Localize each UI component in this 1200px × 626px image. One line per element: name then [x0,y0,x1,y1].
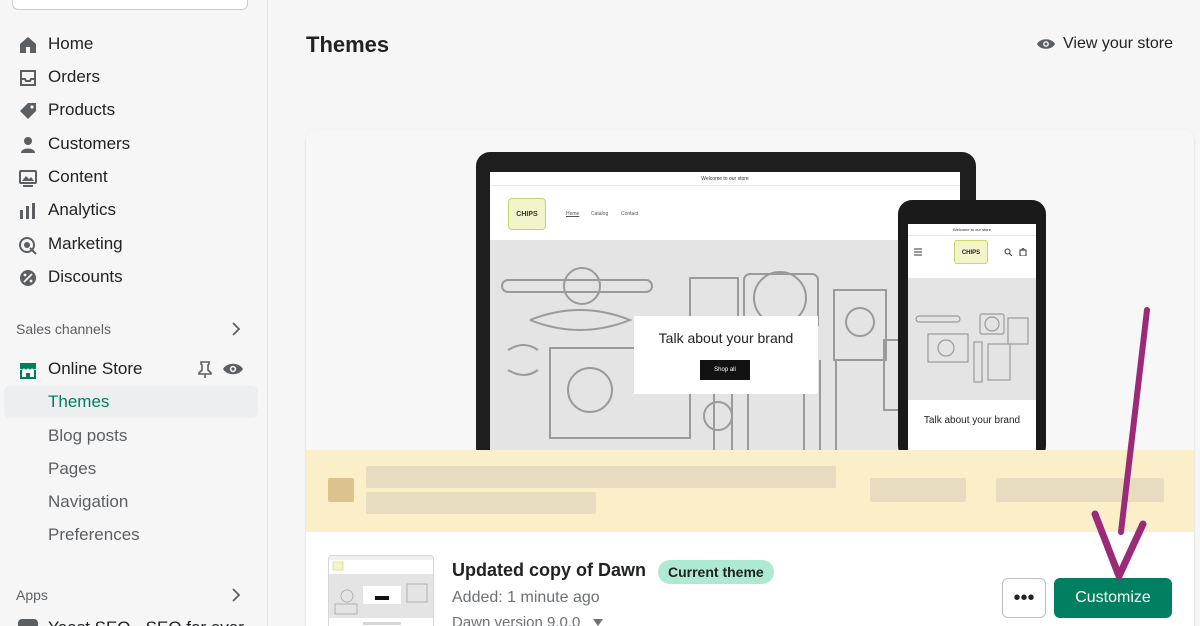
preview-nav-contact: Contact [621,211,639,217]
mobile-store-logo: CHIPS [954,240,988,264]
theme-version-label: Dawn version 9.0.0 [452,614,581,626]
sidebar-item-analytics[interactable]: Analytics [0,194,268,226]
sidebar-item-yoast[interactable]: Yoast SEO - SEO for ever [0,612,268,626]
menu-icon [914,248,922,256]
mobile-announcement-bar: Welcome to our store [908,224,1036,236]
tag-icon [20,103,36,119]
search-input[interactable] [12,0,248,10]
caret-down-icon [592,619,603,626]
inbox-icon [20,70,36,86]
search-icon [1004,248,1012,256]
eye-icon[interactable] [222,361,244,377]
shop-all-button: Shop all [700,360,750,380]
page-title: Themes [306,32,390,57]
apps-heading: Apps [16,587,48,603]
sidebar-item-label: Marketing [48,234,123,253]
customize-button[interactable]: Customize [1054,578,1172,618]
app-icon [18,619,38,626]
image-icon [19,170,37,187]
sidebar-subitem-preferences[interactable]: Preferences [48,525,140,545]
eye-icon [1036,39,1056,49]
view-store-label: View your store [1063,35,1173,52]
sidebar-item-label: Products [48,100,116,119]
desktop-screen: Welcome to our store CHIPS Home Catalog … [490,172,960,472]
announcement-bar: Welcome to our store [490,172,960,186]
view-store-link[interactable]: View your store [1036,34,1173,54]
sidebar-item-label: Customers [48,134,131,153]
sidebar-subitem-themes[interactable]: Themes [48,392,109,412]
theme-version[interactable]: Dawn version 9.0.0 [452,614,603,626]
more-actions-button[interactable]: ••• [1002,578,1046,618]
mobile-screen: Welcome to our store CHIPS Talk about yo… [908,224,1036,460]
bar-chart-icon [20,203,35,219]
store-icon [20,363,36,379]
sidebar-subitem-blog-posts[interactable]: Blog posts [48,426,127,446]
sidebar: Home Orders Products Customers Content A… [0,0,268,626]
sidebar-subitem-pages[interactable]: Pages [48,459,96,479]
current-theme-card: Welcome to our store CHIPS Home Catalog … [306,130,1194,626]
theme-thumbnail [328,555,434,626]
mobile-preview: Welcome to our store CHIPS Talk about yo… [898,200,1046,460]
mobile-hero-heading: Talk about your brand [923,415,1021,426]
sidebar-item-label: Analytics [48,200,117,219]
discount-icon [20,270,36,286]
theme-added-time: Added: 1 minute ago [452,589,600,606]
sidebar-item-discounts[interactable]: Discounts [0,261,268,293]
preview-nav-home: Home [566,211,580,217]
sales-channels-heading: Sales channels [16,321,111,337]
store-logo: CHIPS [508,198,546,230]
blurred-banner [306,450,1194,532]
hero-heading: Talk about your brand [658,330,794,346]
sidebar-item-label: Orders [48,67,100,86]
sidebar-item-label: Online Store [48,359,143,378]
cart-icon [1019,248,1027,256]
pin-icon[interactable] [197,361,213,379]
mobile-hero-illustration [915,313,1029,383]
hero-banner: Talk about your brand Shop all [490,240,960,472]
current-theme-badge: Current theme [658,560,774,584]
sidebar-item-customers[interactable]: Customers [0,128,268,160]
sidebar-item-marketing[interactable]: Marketing [0,228,268,260]
chevron-right-icon[interactable] [228,321,244,337]
sidebar-item-label: Home [48,34,94,53]
sidebar-item-label: Yoast SEO - SEO for ever [48,618,244,626]
sidebar-item-home[interactable]: Home [0,28,268,60]
thumbnail-image [329,556,433,625]
person-icon [21,137,35,153]
hero-text-box: Talk about your brand Shop all [634,316,818,394]
sidebar-item-label: Content [48,167,108,186]
mobile-hero-banner [908,278,1036,400]
sidebar-subitem-navigation[interactable]: Navigation [48,492,128,512]
preview-nav-catalog: Catalog [591,211,609,217]
chevron-right-icon[interactable] [228,587,244,603]
target-icon [19,237,37,255]
sidebar-item-orders[interactable]: Orders [0,61,268,93]
sidebar-item-products[interactable]: Products [0,94,268,126]
sidebar-item-content[interactable]: Content [0,161,268,193]
theme-preview: Welcome to our store CHIPS Home Catalog … [306,130,1194,472]
theme-name: Updated copy of Dawn [452,560,647,580]
sidebar-item-themes[interactable] [4,386,258,418]
home-icon [20,37,36,53]
sidebar-item-label: Discounts [48,267,123,286]
